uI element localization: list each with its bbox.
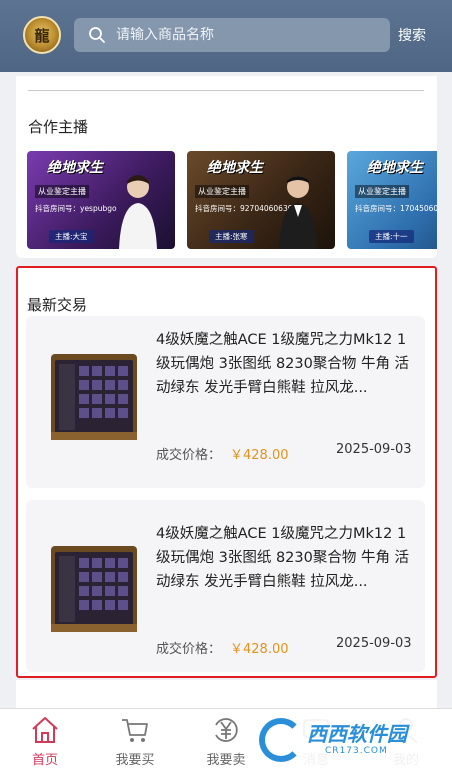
- divider: [28, 90, 424, 91]
- app-header: 龍 搜索: [0, 0, 452, 72]
- tab-label: 我要买: [115, 753, 155, 768]
- search-input[interactable]: [116, 27, 366, 43]
- search-button[interactable]: 搜索: [398, 25, 426, 45]
- streamer-card[interactable]: 绝地求生 从业鉴定主播 抖音房间号：yespubgo 主播:大宝: [27, 151, 175, 249]
- tab-label: 首页: [31, 753, 58, 768]
- highlight-box: [16, 266, 437, 678]
- watermark-name: 西西软件园: [307, 722, 407, 746]
- search-bar[interactable]: [74, 18, 390, 52]
- bottom-card: [16, 680, 437, 708]
- tab-buy[interactable]: 我要买: [95, 709, 175, 770]
- streamer-card[interactable]: 绝地求生 从业鉴定主播 抖音房间号：17045060 主播:十一: [347, 151, 437, 249]
- yuan-icon: [215, 718, 238, 742]
- streamer-card-subtitle: 从业鉴定主播: [195, 185, 249, 198]
- home-icon: [32, 717, 58, 743]
- tab-home[interactable]: 首页: [5, 709, 85, 770]
- streamer-card-title: 绝地求生: [47, 160, 103, 176]
- streamer-host-name: 主播:张寒: [209, 230, 254, 243]
- streamer-card-title: 绝地求生: [207, 160, 263, 176]
- streamer-douyin-id: 抖音房间号：yespubgo: [35, 204, 117, 213]
- streamer-avatar: [119, 175, 157, 249]
- tab-label: 我要卖: [206, 753, 246, 768]
- watermark-c-icon: [259, 718, 303, 762]
- watermark-logo: 西西软件园 CR173.COM: [255, 714, 435, 768]
- streamer-card-subtitle: 从业鉴定主播: [355, 185, 409, 198]
- streamer-douyin-id: 抖音房间号：17045060: [355, 204, 437, 213]
- streamers-section: 合作主播 绝地求生 从业鉴定主播 抖音房间号：yespubgo 主播:大宝 绝地…: [16, 98, 437, 258]
- watermark-url: CR173.COM: [325, 746, 388, 756]
- streamer-host-name: 主播:十一: [369, 230, 414, 243]
- search-icon: [89, 27, 105, 43]
- streamer-card[interactable]: 绝地求生 从业鉴定主播 抖音房间号：92704060639 主播:张寒: [187, 151, 335, 249]
- streamer-host-name: 主播:大宝: [49, 230, 94, 243]
- cart-icon: [122, 719, 148, 742]
- streamer-card-subtitle: 从业鉴定主播: [35, 185, 89, 198]
- streamer-avatar: [279, 176, 317, 249]
- streamer-card-title: 绝地求生: [367, 160, 423, 176]
- streamers-title: 合作主播: [28, 118, 89, 136]
- logo-glyph: 龍: [34, 26, 50, 45]
- tab-sell[interactable]: 我要卖: [186, 709, 266, 770]
- app-logo[interactable]: 龍: [23, 16, 61, 54]
